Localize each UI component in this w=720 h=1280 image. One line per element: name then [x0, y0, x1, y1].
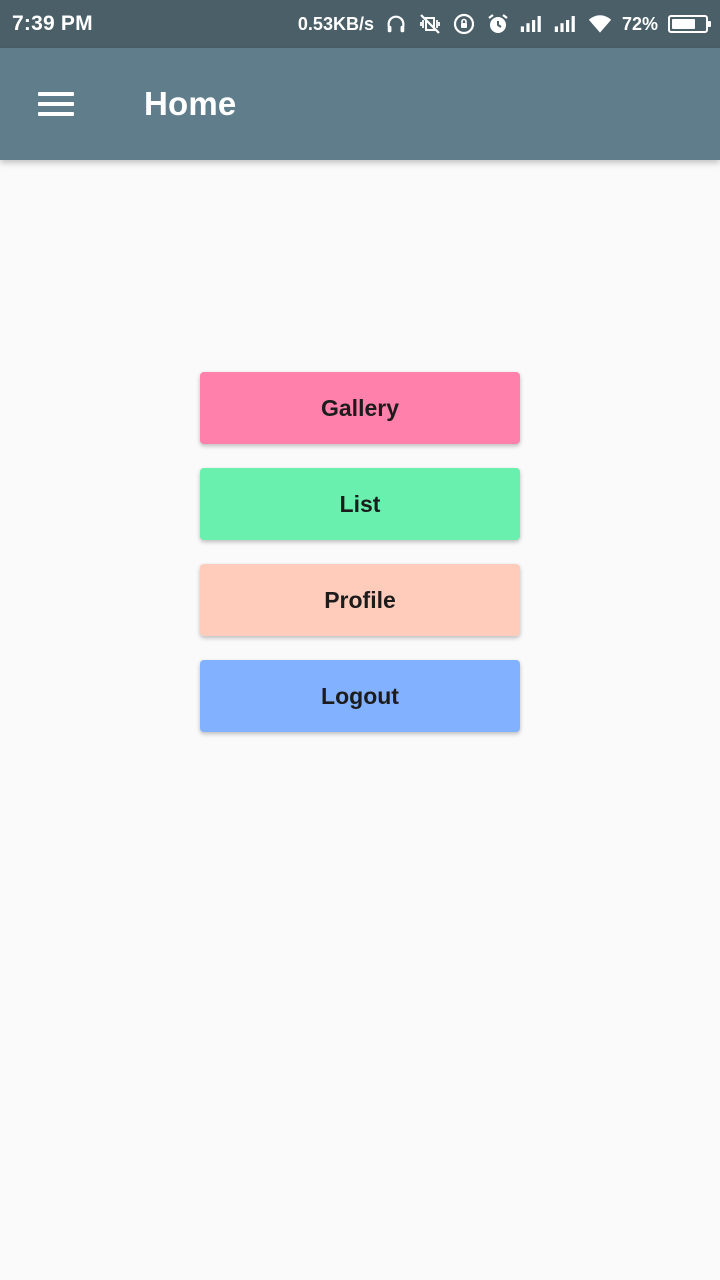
status-time: 7:39 PM	[12, 12, 93, 35]
hamburger-menu-icon	[38, 92, 74, 116]
vibrate-off-icon	[418, 12, 442, 36]
wifi-icon	[588, 12, 612, 36]
main-content: Gallery List Profile Logout	[0, 160, 720, 1280]
network-speed: 0.53KB/s	[297, 13, 374, 34]
signal-icon	[554, 12, 578, 36]
battery-icon	[668, 15, 711, 33]
headset-icon	[384, 12, 408, 36]
page-title: Home	[144, 85, 237, 122]
button-stack: Gallery List Profile Logout	[200, 372, 520, 732]
status-bar: 7:39 PM 0.53KB/s 72%	[0, 0, 720, 48]
menu-button[interactable]	[0, 48, 112, 160]
alarm-icon	[486, 12, 510, 36]
profile-button[interactable]: Profile	[200, 564, 520, 636]
signal-icon	[520, 12, 544, 36]
battery-percentage: 72%	[621, 13, 658, 34]
logout-button[interactable]: Logout	[200, 660, 520, 732]
battery-level-fill	[672, 19, 696, 29]
list-button[interactable]: List	[200, 468, 520, 540]
status-icons: 0.53KB/s 72%	[297, 12, 711, 36]
app-bar: Home	[0, 48, 720, 160]
gallery-button[interactable]: Gallery	[200, 372, 520, 444]
rotation-lock-icon	[452, 12, 476, 36]
